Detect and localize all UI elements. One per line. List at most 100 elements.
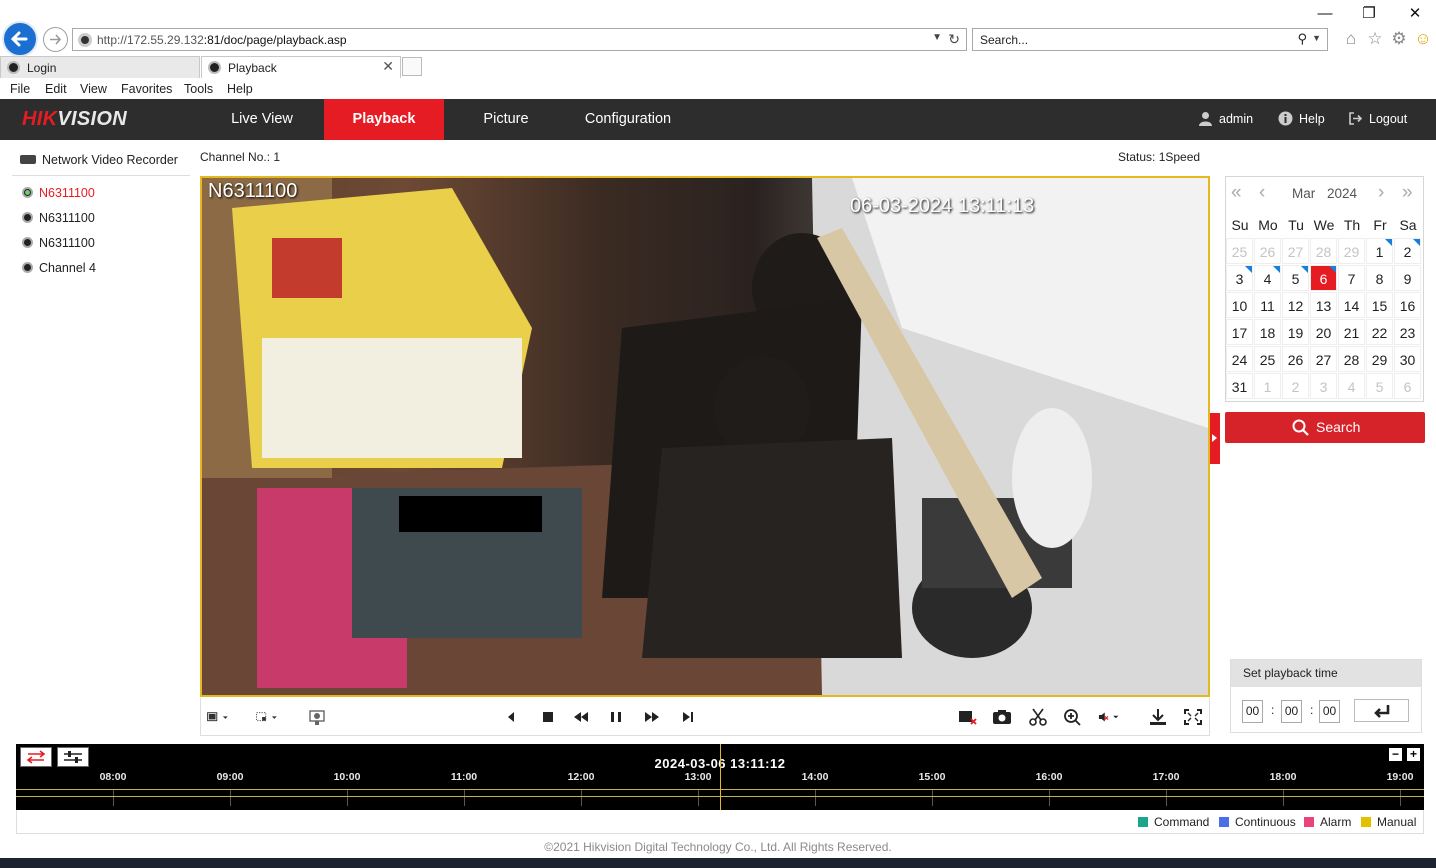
nav-live-view[interactable]: Live View <box>200 99 324 140</box>
nav-configuration[interactable]: Configuration <box>568 99 688 140</box>
nav-picture[interactable]: Picture <box>444 99 568 140</box>
zoom-in-icon[interactable] <box>1062 707 1084 727</box>
smiley-feedback-icon[interactable]: ☺ <box>1413 29 1433 49</box>
calendar-day[interactable]: 26 <box>1282 346 1309 372</box>
window-layout-icon[interactable] <box>207 707 229 727</box>
browser-back-button[interactable] <box>2 21 38 57</box>
record-clip-icon[interactable] <box>956 707 978 727</box>
calendar-day[interactable]: 28 <box>1338 346 1365 372</box>
close-tab-icon[interactable]: ✕ <box>382 58 394 75</box>
calendar-day[interactable]: 15 <box>1366 292 1393 318</box>
calendar-day[interactable]: 24 <box>1226 346 1253 372</box>
logout-link[interactable]: Logout <box>1348 111 1407 126</box>
calendar-day[interactable]: 8 <box>1366 265 1393 291</box>
channel-item-4[interactable]: Channel 4 <box>22 261 96 275</box>
zoom-in-timeline-icon[interactable]: + <box>1407 748 1420 761</box>
menu-favorites[interactable]: Favorites <box>121 82 172 96</box>
calendar-day[interactable]: 3 <box>1226 265 1253 291</box>
calendar-year[interactable]: 2024 <box>1327 186 1357 201</box>
calendar-day[interactable]: 21 <box>1338 319 1365 345</box>
calendar-day[interactable]: 27 <box>1282 238 1309 264</box>
minute-field[interactable]: 00 <box>1281 700 1302 723</box>
user-menu[interactable]: admin <box>1198 111 1253 126</box>
slow-down-icon[interactable] <box>570 707 592 727</box>
calendar-day[interactable]: 23 <box>1394 319 1421 345</box>
next-year-icon[interactable]: » <box>1402 182 1413 204</box>
second-field[interactable]: 00 <box>1319 700 1340 723</box>
download-icon[interactable] <box>1147 707 1169 727</box>
browser-forward-button[interactable] <box>43 27 68 52</box>
menu-edit[interactable]: Edit <box>45 82 67 96</box>
collapse-panel-toggle[interactable] <box>1210 413 1220 464</box>
calendar-day[interactable]: 17 <box>1226 319 1253 345</box>
fisheye-icon[interactable] <box>307 707 329 727</box>
restore-icon[interactable]: ❐ <box>1357 4 1381 24</box>
calendar-day[interactable]: 26 <box>1254 238 1281 264</box>
prev-year-icon[interactable]: « <box>1231 182 1242 204</box>
next-month-icon[interactable]: › <box>1378 182 1384 204</box>
close-window-icon[interactable]: ✕ <box>1403 4 1427 24</box>
timeline-cursor[interactable] <box>720 744 721 810</box>
capture-icon[interactable] <box>991 707 1013 727</box>
channel-item-1[interactable]: N6311100 <box>22 186 95 200</box>
calendar-day[interactable]: 3 <box>1310 373 1337 399</box>
calendar-day[interactable]: 16 <box>1394 292 1421 318</box>
calendar-day[interactable]: 19 <box>1282 319 1309 345</box>
home-icon[interactable]: ⌂ <box>1341 29 1361 49</box>
single-frame-icon[interactable] <box>677 707 699 727</box>
channel-item-3[interactable]: N6311100 <box>22 236 95 250</box>
new-tab-button[interactable] <box>402 57 422 76</box>
channel-item-2[interactable]: N6311100 <box>22 211 95 225</box>
calendar-day[interactable]: 14 <box>1338 292 1365 318</box>
calendar-month[interactable]: Mar <box>1292 186 1315 201</box>
calendar-day[interactable]: 7 <box>1338 265 1365 291</box>
zoom-out-icon[interactable]: − <box>1389 748 1402 761</box>
calendar-day[interactable]: 28 <box>1310 238 1337 264</box>
calendar-day[interactable]: 22 <box>1366 319 1393 345</box>
search-icon[interactable]: ⚲ <box>1297 31 1307 47</box>
nav-playback[interactable]: Playback <box>324 99 444 140</box>
search-button[interactable]: Search <box>1225 412 1425 443</box>
calendar-day[interactable]: 18 <box>1254 319 1281 345</box>
calendar-day[interactable]: 9 <box>1394 265 1421 291</box>
favorites-star-icon[interactable]: ☆ <box>1365 29 1385 49</box>
tree-root-nvr[interactable]: Network Video Recorder <box>20 153 178 167</box>
video-frame[interactable]: N6311100 06-03-2024 13:11:13 <box>200 176 1210 697</box>
calendar-day-selected[interactable]: 6 <box>1310 265 1337 291</box>
calendar-day[interactable]: 25 <box>1254 346 1281 372</box>
tab-login[interactable]: Login <box>0 56 200 78</box>
search-dropdown-icon[interactable]: ▼ <box>1312 33 1321 43</box>
calendar-day[interactable]: 12 <box>1282 292 1309 318</box>
calendar-day[interactable]: 30 <box>1394 346 1421 372</box>
frame-back-icon[interactable] <box>501 707 523 727</box>
calendar-day[interactable]: 31 <box>1226 373 1253 399</box>
tab-playback[interactable]: Playback ✕ <box>201 56 401 78</box>
calendar-day[interactable]: 5 <box>1282 265 1309 291</box>
pause-icon[interactable] <box>605 707 627 727</box>
settings-gear-icon[interactable]: ⚙ <box>1389 29 1409 49</box>
timeline[interactable]: 2024-03-06 13:11:12 08:00 09:00 10:00 11:00… <box>16 744 1424 810</box>
mute-audio-icon[interactable] <box>1097 707 1119 727</box>
prev-month-icon[interactable]: ‹ <box>1259 182 1265 204</box>
calendar-day[interactable]: 27 <box>1310 346 1337 372</box>
calendar-day[interactable]: 11 <box>1254 292 1281 318</box>
stop-icon[interactable] <box>537 707 559 727</box>
calendar-day[interactable]: 2 <box>1282 373 1309 399</box>
menu-tools[interactable]: Tools <box>184 82 213 96</box>
calendar-day[interactable]: 4 <box>1254 265 1281 291</box>
speed-up-icon[interactable] <box>641 707 663 727</box>
fullscreen-icon[interactable] <box>1182 707 1204 727</box>
calendar-day[interactable]: 13 <box>1310 292 1337 318</box>
calendar-day[interactable]: 6 <box>1394 373 1421 399</box>
menu-view[interactable]: View <box>80 82 107 96</box>
calendar-day[interactable]: 2 <box>1394 238 1421 264</box>
select-region-icon[interactable] <box>256 707 278 727</box>
scissors-icon[interactable] <box>1027 707 1049 727</box>
calendar-day[interactable]: 29 <box>1338 238 1365 264</box>
hour-field[interactable]: 00 <box>1242 700 1263 723</box>
menu-help[interactable]: Help <box>227 82 253 96</box>
calendar-day[interactable]: 10 <box>1226 292 1253 318</box>
address-dropdown-icon[interactable]: ▼ <box>932 32 942 43</box>
menu-file[interactable]: File <box>10 82 30 96</box>
minimize-icon[interactable]: — <box>1313 4 1337 24</box>
